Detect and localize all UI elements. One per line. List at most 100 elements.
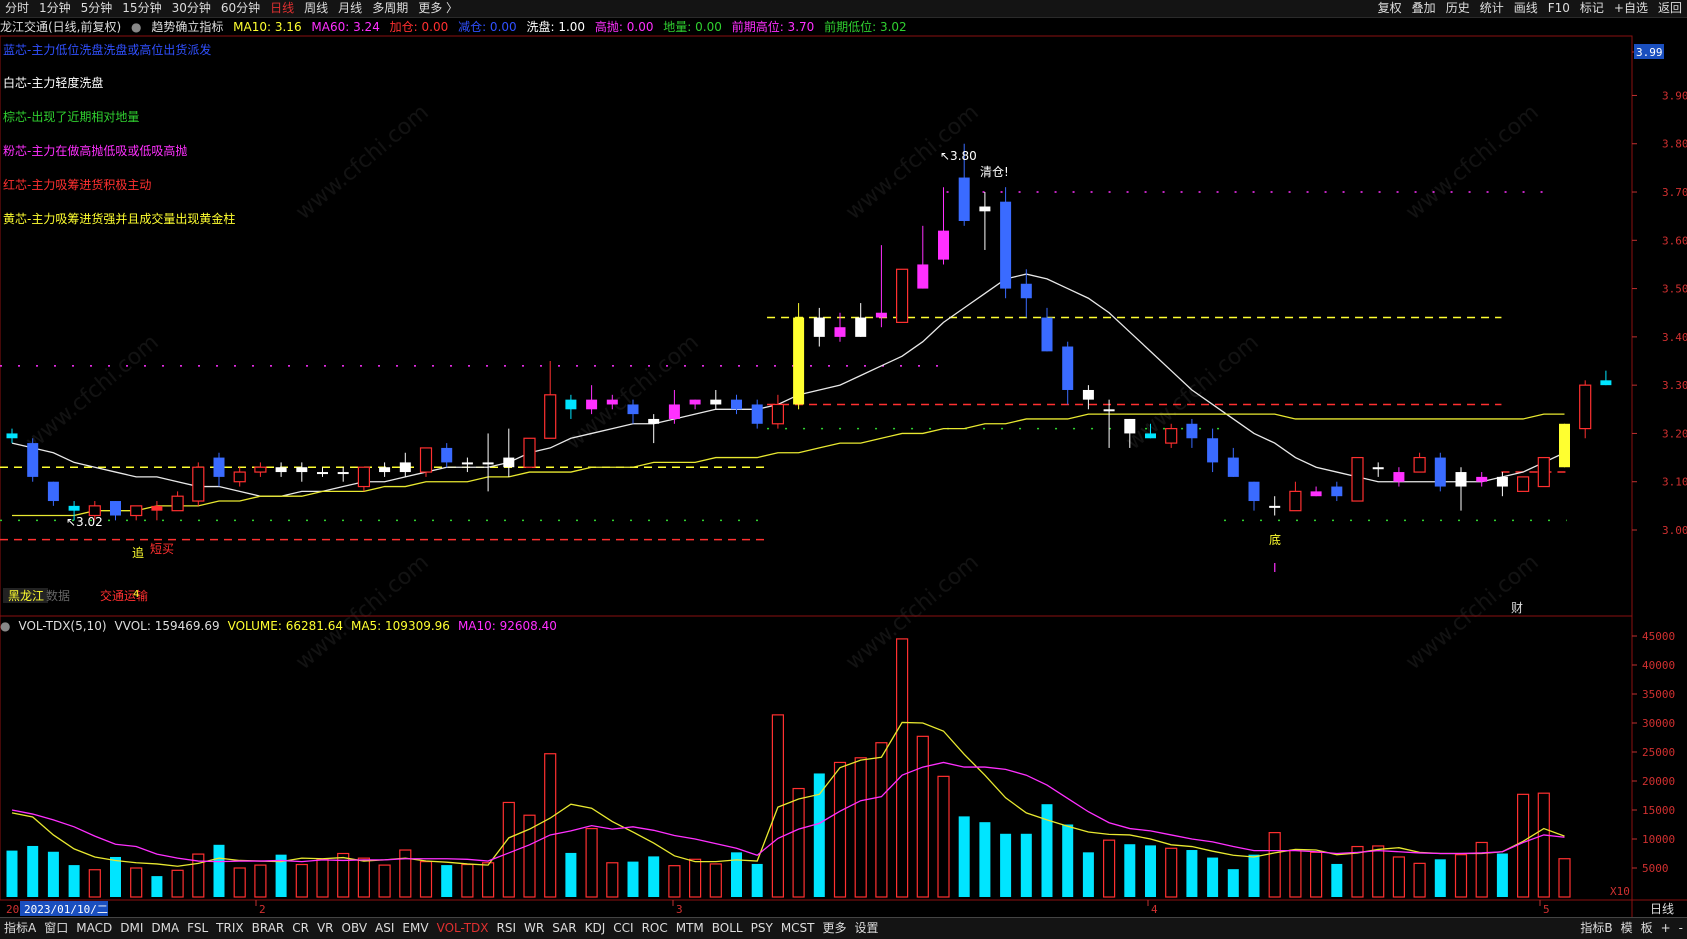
volume-bar bbox=[648, 856, 660, 897]
volume-bar bbox=[47, 851, 59, 897]
volume-bar bbox=[254, 864, 267, 898]
volume-bar bbox=[295, 863, 308, 898]
volume-bar bbox=[1413, 862, 1426, 898]
candle-body bbox=[689, 399, 701, 405]
price-tick-label: 3.10 bbox=[1662, 476, 1687, 489]
tab-asi[interactable]: ASI bbox=[371, 918, 398, 938]
candle-body bbox=[47, 481, 59, 502]
volume-bar bbox=[1289, 849, 1302, 898]
candle-body bbox=[668, 404, 680, 419]
price-tick-label: 3.20 bbox=[1662, 427, 1687, 440]
volume-tick-label: 30000 bbox=[1642, 717, 1675, 730]
low-price-label: ↖3.02 bbox=[66, 515, 103, 529]
tab-brar[interactable]: BRAR bbox=[248, 918, 289, 938]
volume-tick-label: 15000 bbox=[1642, 804, 1675, 817]
candle-body bbox=[606, 399, 618, 405]
volume-bar bbox=[1331, 863, 1343, 897]
month-label: 4 bbox=[1151, 903, 1158, 916]
volume-bar bbox=[585, 827, 598, 898]
tab-cr[interactable]: CR bbox=[288, 918, 313, 938]
volume-bar bbox=[1516, 793, 1530, 898]
volume-bar bbox=[1145, 845, 1156, 897]
candle-body bbox=[1289, 490, 1302, 512]
price-tick-label: 3.90 bbox=[1662, 89, 1687, 102]
tab-settings[interactable]: 设置 bbox=[851, 918, 883, 938]
vol-settings-icon[interactable]: ● bbox=[0, 619, 10, 633]
tab-mcst[interactable]: MCST bbox=[777, 918, 819, 938]
vol-ma10-line bbox=[11, 761, 1565, 863]
candle-body bbox=[1269, 505, 1281, 508]
vol-ma10-value: MA10: 92608.40 bbox=[457, 619, 557, 633]
candle-body bbox=[1496, 476, 1508, 487]
volume-bar bbox=[482, 862, 495, 898]
tab-zhibiao-b[interactable]: 指标B bbox=[1576, 918, 1616, 938]
volume-bar bbox=[1102, 839, 1116, 898]
tab-rsi[interactable]: RSI bbox=[493, 918, 521, 938]
tab-zhibiao-a[interactable]: 指标A bbox=[0, 918, 40, 938]
candle-body bbox=[337, 472, 349, 475]
candle-body bbox=[1041, 317, 1053, 352]
volume-bar bbox=[357, 857, 370, 898]
ma60-line bbox=[12, 413, 1565, 517]
candle-body bbox=[834, 327, 846, 337]
volume-bar bbox=[399, 849, 412, 898]
tab-psy[interactable]: PSY bbox=[747, 918, 777, 938]
high-price-label: ↖3.80 bbox=[940, 149, 977, 163]
candle-body bbox=[275, 467, 287, 473]
vol-indicator-name[interactable]: VOL-TDX(5,10) bbox=[18, 619, 106, 633]
kline-chart[interactable]: 3.99 3.90 3.80 3.70 3.60 3.50 3.40 3.30 3.20 3.10… bbox=[0, 0, 1687, 917]
tab-cci[interactable]: CCI bbox=[609, 918, 637, 938]
volume-unit-label: X10 bbox=[1610, 885, 1630, 898]
candle-body bbox=[1393, 472, 1405, 482]
zoom-out-button[interactable]: - bbox=[1675, 918, 1687, 938]
tab-dma[interactable]: DMA bbox=[147, 918, 183, 938]
volume-bar bbox=[110, 856, 121, 897]
candle-body bbox=[27, 443, 39, 477]
tab-kdj[interactable]: KDJ bbox=[581, 918, 610, 938]
tab-mtm[interactable]: MTM bbox=[672, 918, 708, 938]
candle-body bbox=[1537, 456, 1550, 488]
candle-body bbox=[130, 505, 143, 517]
tab-more[interactable]: 更多 bbox=[819, 918, 851, 938]
tab-vol-tdx[interactable]: VOL-TDX bbox=[433, 918, 493, 938]
tab-obv[interactable]: OBV bbox=[338, 918, 372, 938]
tab-emv[interactable]: EMV bbox=[398, 918, 432, 938]
tab-sar[interactable]: SAR bbox=[548, 918, 580, 938]
tab-vr[interactable]: VR bbox=[313, 918, 338, 938]
tab-fsl[interactable]: FSL bbox=[183, 918, 212, 938]
template-button[interactable]: 模 bbox=[1617, 918, 1637, 938]
volume-bar bbox=[441, 865, 453, 897]
board-button[interactable]: 板 bbox=[1637, 918, 1657, 938]
candle-body bbox=[813, 317, 825, 337]
tab-macd[interactable]: MACD bbox=[72, 918, 116, 938]
tab-roc[interactable]: ROC bbox=[638, 918, 672, 938]
candle-body bbox=[648, 418, 660, 424]
volume-bar bbox=[1186, 850, 1198, 897]
volume-bar bbox=[1434, 859, 1446, 897]
candle-body bbox=[875, 312, 887, 318]
candle-body bbox=[1248, 481, 1260, 502]
tab-wr[interactable]: WR bbox=[520, 918, 548, 938]
price-tick-label: 3.70 bbox=[1662, 186, 1687, 199]
tab-window[interactable]: 窗口 bbox=[40, 918, 72, 938]
volume-bar bbox=[1537, 792, 1550, 898]
industry-tag: 交通运输 bbox=[100, 588, 148, 603]
tab-boll[interactable]: BOLL bbox=[708, 918, 747, 938]
volume-bar bbox=[502, 801, 515, 898]
volume-info: ● VOL-TDX(5,10) VVOL: 159469.69 VOLUME: 662… bbox=[0, 617, 565, 635]
volume-bar bbox=[979, 822, 991, 897]
candle-body bbox=[441, 447, 453, 463]
tab-dmi[interactable]: DMI bbox=[116, 918, 147, 938]
volume-bar bbox=[833, 761, 847, 898]
zoom-in-button[interactable]: + bbox=[1657, 918, 1675, 938]
candle-body bbox=[233, 471, 246, 483]
volume-tick-label: 20000 bbox=[1642, 775, 1675, 788]
candle-body bbox=[379, 467, 391, 473]
tab-trix[interactable]: TRIX bbox=[212, 918, 247, 938]
volume-bar bbox=[1372, 845, 1385, 898]
volume-bar bbox=[544, 753, 557, 898]
date-cursor-label: 2023/01/10/二 bbox=[24, 903, 108, 916]
volume-bar bbox=[151, 876, 163, 897]
candle-body bbox=[895, 268, 909, 323]
volume-bar bbox=[1062, 824, 1074, 897]
